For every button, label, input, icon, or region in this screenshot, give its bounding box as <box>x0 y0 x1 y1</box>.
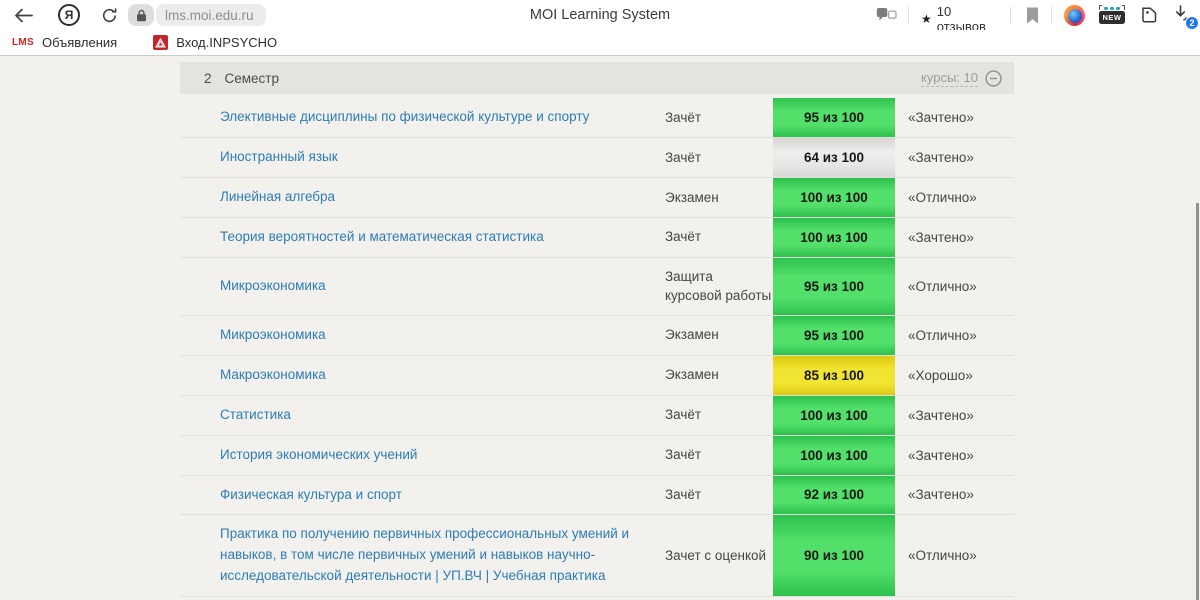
grade-text: «Отлично» <box>908 189 977 205</box>
yandex-home-icon[interactable]: Я <box>58 4 80 26</box>
course-row: Иностранный язык Зачёт 64 из 100 «Зачтен… <box>180 137 1014 178</box>
assessment-type: Зачёт <box>665 149 702 165</box>
course-link[interactable]: Теория вероятностей и математическая ста… <box>220 218 665 257</box>
course-link[interactable]: Практика по получению первичных професси… <box>220 515 665 596</box>
url-text[interactable]: lms.moi.edu.ru <box>156 4 266 26</box>
course-row: Практика по получению первичных професси… <box>180 515 1014 598</box>
score-badge: 90 из 100 <box>773 515 895 597</box>
collapse-minus-icon[interactable] <box>985 69 1002 87</box>
courses-count-link[interactable]: курсы: 10 <box>921 70 978 87</box>
course-link[interactable]: Макроэкономика <box>220 356 665 395</box>
grade-text: «Хорошо» <box>908 367 973 383</box>
bookmark-lms-announcements[interactable]: LMS Объявления <box>12 35 117 50</box>
tab-title: MOI Learning System <box>529 7 671 23</box>
refresh-icon[interactable] <box>100 6 118 24</box>
semester-grades-table: 2 Семестр курсы: 10 Элективные дисциплин… <box>180 62 1014 600</box>
course-link[interactable]: Иностранный язык <box>220 138 665 177</box>
score-badge: 100 из 100 <box>773 395 895 435</box>
score-badge: 100 из 100 <box>773 217 895 257</box>
address-bar[interactable]: lms.moi.edu.ru <box>128 4 266 26</box>
bookmark-flag-icon[interactable] <box>1026 7 1039 24</box>
bookmark-inpsycho-login[interactable]: Вход.INPSYCHO <box>153 35 277 50</box>
assessment-type: Зачёт <box>665 487 702 503</box>
star-icon: ★ <box>921 12 932 26</box>
grade-text: «Зачтено» <box>908 109 974 125</box>
assessment-type: Экзамен <box>665 327 719 343</box>
collections-tag-icon[interactable] <box>1139 6 1160 25</box>
course-row: Статистика Зачёт 100 из 100 «Зачтено» <box>180 395 1014 436</box>
course-link[interactable]: Физическая культура и спорт <box>220 476 665 515</box>
course-link[interactable]: История экономических учений <box>220 436 665 475</box>
course-link[interactable]: Линейная алгебра <box>220 178 665 217</box>
assessment-type: Экзамен <box>665 367 719 383</box>
new-badge: NEW <box>1099 11 1125 24</box>
course-row: История экономических учений Зачёт 100 и… <box>180 435 1014 476</box>
grade-text: «Отлично» <box>908 327 977 343</box>
marquee-dash <box>1110 7 1114 10</box>
bookmarks-bar: LMS Объявления Вход.INPSYCHO <box>0 30 1200 56</box>
toolbar-separator <box>908 7 909 23</box>
assessment-type: Экзамен <box>665 189 719 205</box>
course-link[interactable]: Статистика <box>220 396 665 435</box>
bookmark-label: Объявления <box>42 35 118 50</box>
course-row: Теория вероятностей и математическая ста… <box>180 217 1014 258</box>
assessment-type: Защита курсовой работы <box>665 268 772 304</box>
download-count-badge: 2 <box>1185 16 1199 30</box>
bookmark-label: Вход.INPSYCHO <box>176 35 278 50</box>
marquee-corner <box>1122 5 1125 10</box>
extension-ball <box>1067 8 1082 23</box>
course-row: Микроэкономика Экзамен 95 из 100 «Отличн… <box>180 315 1014 356</box>
course-rows: Элективные дисциплины по физической куль… <box>180 98 1014 598</box>
score-badge: 95 из 100 <box>773 98 895 137</box>
inpsycho-favicon <box>153 35 169 50</box>
assessment-type: Зачёт <box>665 407 702 423</box>
score-badge: 100 из 100 <box>773 177 895 217</box>
semester-2-header: 2 Семестр курсы: 10 <box>180 62 1014 94</box>
feedback-icon[interactable] <box>876 7 897 24</box>
ssl-lock-icon[interactable] <box>128 4 154 26</box>
assessment-type: Зачёт <box>665 447 702 463</box>
grade-text: «Отлично» <box>908 548 977 564</box>
grade-text: «Зачтено» <box>908 447 974 463</box>
assessment-type: Зачёт <box>665 109 702 125</box>
course-row: Микроэкономика Защита курсовой работы 95… <box>180 257 1014 316</box>
back-icon[interactable] <box>12 7 34 23</box>
marquee-corner <box>1099 5 1102 10</box>
grade-text: «Зачтено» <box>908 487 974 503</box>
semester-title: Семестр <box>224 70 280 86</box>
grade-text: «Зачтено» <box>908 149 974 165</box>
course-link[interactable]: Элективные дисциплины по физической куль… <box>220 98 665 137</box>
lms-favicon: LMS <box>12 37 35 48</box>
course-row: Элективные дисциплины по физической куль… <box>180 98 1014 138</box>
course-link[interactable]: Микроэкономика <box>220 267 665 306</box>
score-badge: 95 из 100 <box>773 257 895 315</box>
grade-text: «Зачтено» <box>908 407 974 423</box>
score-badge: 64 из 100 <box>773 137 895 177</box>
grade-text: «Отлично» <box>908 278 977 294</box>
score-badge: 95 из 100 <box>773 315 895 355</box>
score-badge: 100 из 100 <box>773 435 895 475</box>
course-row: Линейная алгебра Экзамен 100 из 100 «Отл… <box>180 177 1014 218</box>
course-row: Макроэкономика Экзамен 85 из 100 «Хорошо… <box>180 355 1014 396</box>
page-scrollbar[interactable] <box>1196 203 1199 600</box>
extension-new-icon[interactable]: NEW <box>1099 4 1125 26</box>
score-badge: 92 из 100 <box>773 475 895 515</box>
toolbar-separator <box>1051 7 1052 23</box>
assessment-type: Зачёт <box>665 229 702 245</box>
grade-text: «Зачтено» <box>908 229 974 245</box>
toolbar-separator <box>1010 7 1011 23</box>
marquee-dash <box>1104 7 1108 10</box>
marquee-dash <box>1116 7 1120 10</box>
semester-number: 2 <box>204 70 212 86</box>
score-badge: 85 из 100 <box>773 355 895 395</box>
downloads-button[interactable]: 2 <box>1172 5 1199 30</box>
lms-page: 2 Семестр курсы: 10 Элективные дисциплин… <box>0 57 1200 600</box>
course-link[interactable]: Микроэкономика <box>220 316 665 355</box>
extension-browser-icon[interactable] <box>1064 5 1085 26</box>
assessment-type: Зачет с оценкой <box>665 548 767 564</box>
course-row: Физическая культура и спорт Зачёт 92 из … <box>180 475 1014 516</box>
browser-toolbar: Я lms.moi.edu.ru MOI Learning System ★ 1… <box>0 0 1200 40</box>
